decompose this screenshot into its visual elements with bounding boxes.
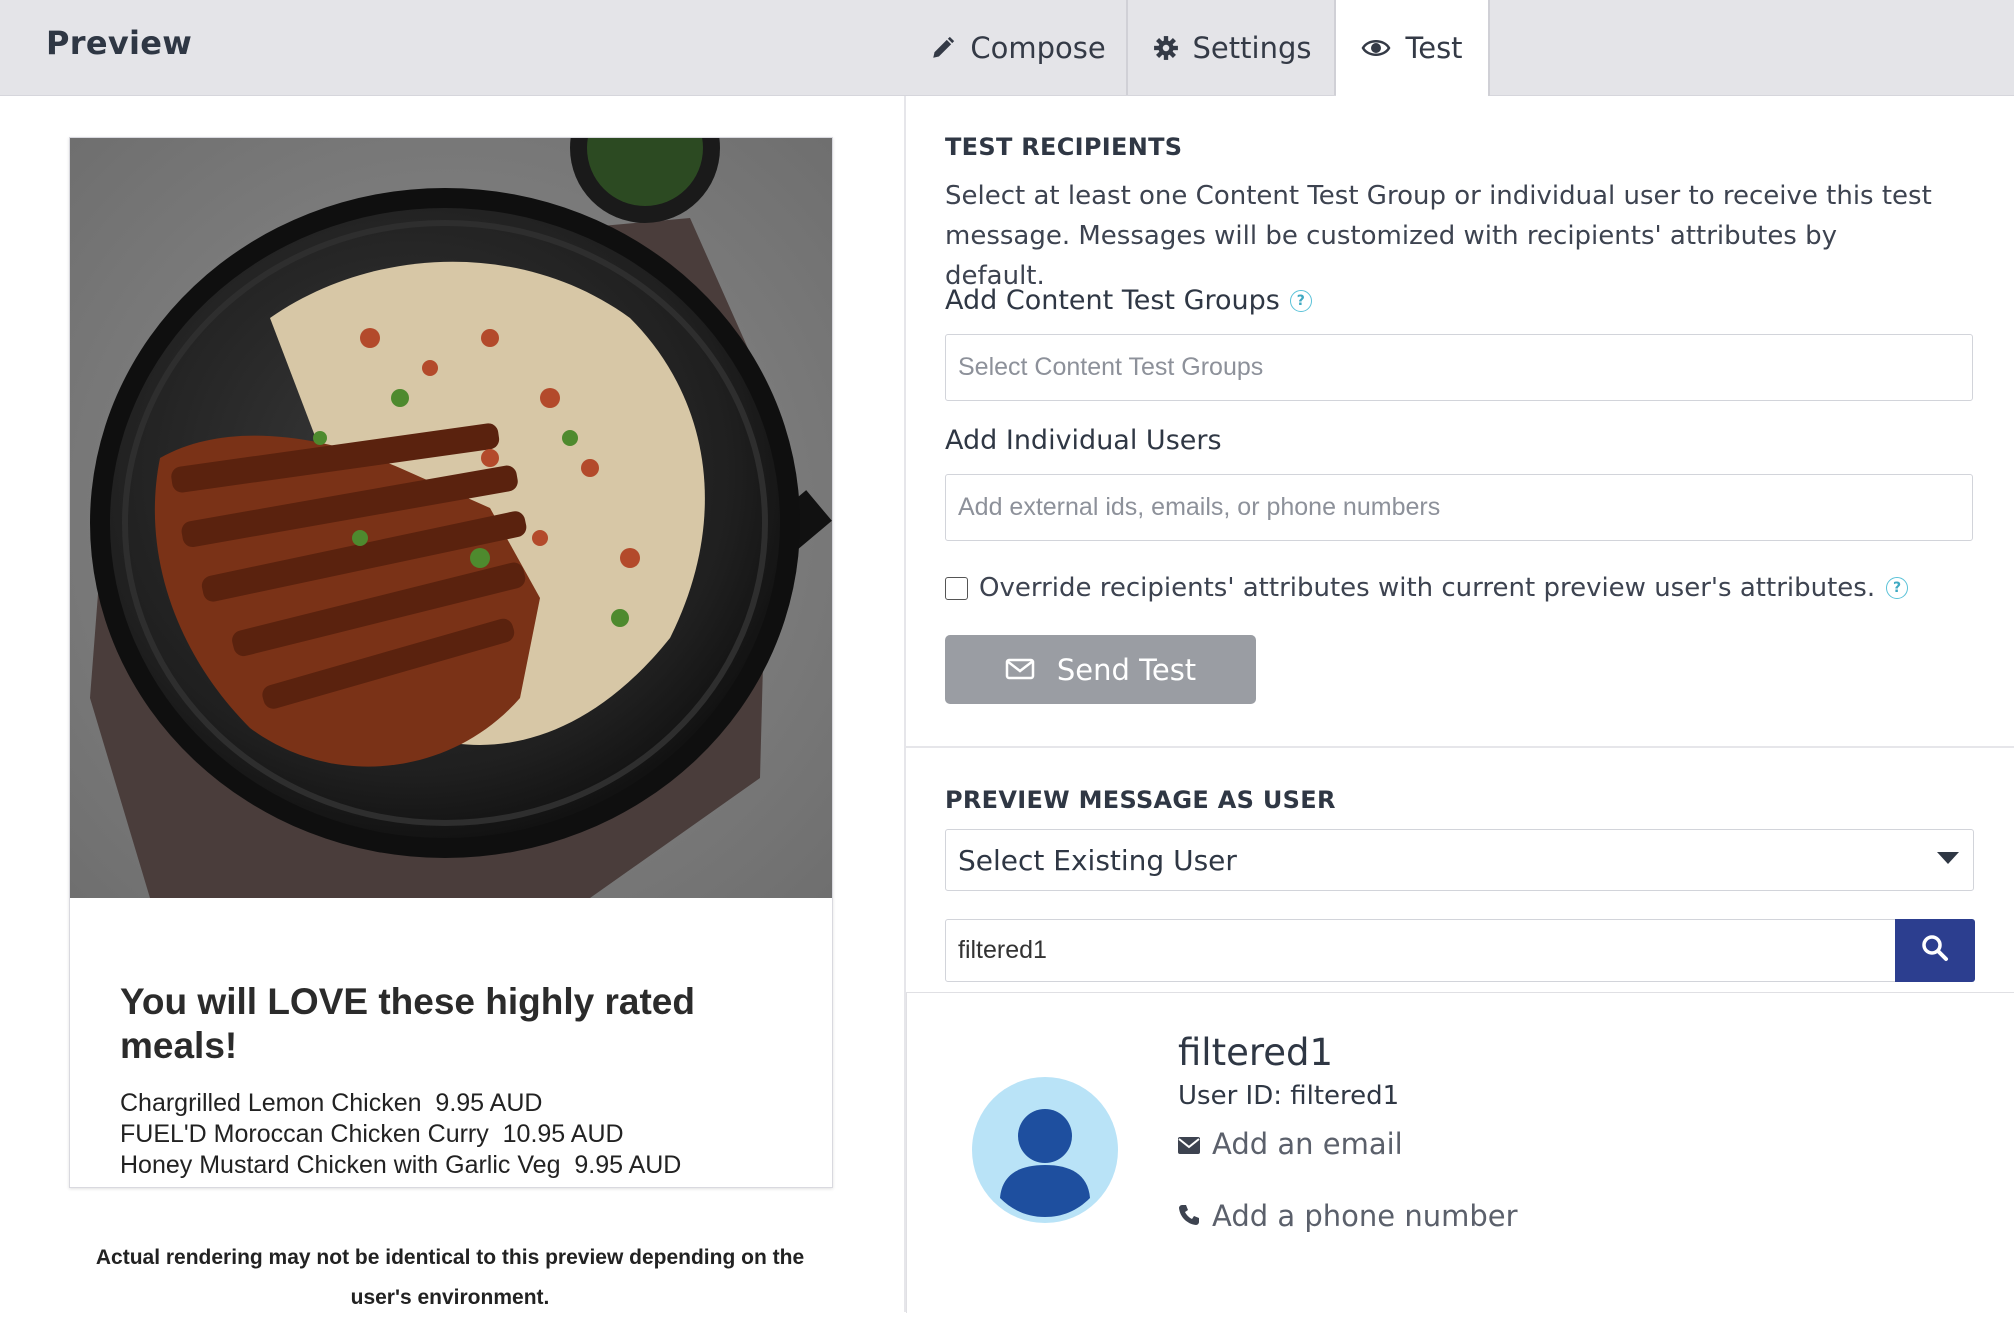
card-title: You will LOVE these highly rated meals! xyxy=(120,981,695,1066)
field-label-text: Add Individual Users xyxy=(945,425,1222,456)
search-button[interactable] xyxy=(1895,919,1975,982)
top-bar: Preview Compose Settings Test xyxy=(0,0,2014,96)
user-name: filtered1 xyxy=(1178,1031,1334,1074)
tab-compose[interactable]: Compose xyxy=(910,0,1128,95)
preview-pane: You will LOVE these highly rated meals! … xyxy=(0,96,904,1312)
gear-icon xyxy=(1153,35,1179,61)
phone-icon xyxy=(1178,1199,1200,1233)
tab-label: Test xyxy=(1405,31,1463,65)
select-value: Select Existing User xyxy=(958,843,1237,877)
override-attributes-row: Override recipients' attributes with cur… xyxy=(945,573,1909,603)
tab-label: Settings xyxy=(1192,30,1312,65)
send-test-button[interactable]: Send Test xyxy=(945,635,1256,704)
page-title: Preview xyxy=(46,24,193,62)
pencil-icon xyxy=(930,35,956,61)
individual-users-label: Add Individual Users xyxy=(945,425,1222,456)
caret-down-icon xyxy=(1937,852,1959,864)
test-recipients-heading: TEST RECIPIENTS xyxy=(945,133,1183,161)
envelope-icon xyxy=(1178,1127,1200,1161)
preview-disclaimer: Actual rendering may not be identical to… xyxy=(95,1246,805,1309)
user-id: User ID: filtered1 xyxy=(1178,1081,1400,1111)
add-phone-link[interactable]: Add a phone number xyxy=(1178,1199,1518,1233)
list-item: Chargrilled Lemon Chicken 9.95 AUD xyxy=(120,1089,543,1117)
list-item: FUEL'D Moroccan Chicken Curry 10.95 AUD xyxy=(120,1120,624,1148)
field-label-text: Add Content Test Groups xyxy=(945,285,1280,316)
override-attributes-label: Override recipients' attributes with cur… xyxy=(979,573,1876,603)
message-preview-card: You will LOVE these highly rated meals! … xyxy=(69,137,833,1188)
individual-users-input[interactable] xyxy=(945,474,1973,541)
help-icon[interactable]: ? xyxy=(1289,289,1312,312)
user-search-input[interactable] xyxy=(945,919,1898,982)
add-phone-label: Add a phone number xyxy=(1212,1199,1518,1233)
add-email-label: Add an email xyxy=(1212,1127,1403,1161)
search-icon xyxy=(1921,934,1949,967)
avatar xyxy=(972,1077,1118,1223)
content-test-groups-input[interactable] xyxy=(945,334,1973,401)
tab-label: Compose xyxy=(970,30,1106,65)
help-icon[interactable]: ? xyxy=(1886,577,1909,599)
tab-test[interactable]: Test xyxy=(1336,0,1490,96)
select-existing-user-dropdown[interactable]: Select Existing User xyxy=(945,829,1974,891)
test-recipients-description: Select at least one Content Test Group o… xyxy=(945,181,1932,291)
section-divider xyxy=(906,746,2014,748)
list-item: Honey Mustard Chicken with Garlic Veg 9.… xyxy=(120,1151,682,1179)
food-image xyxy=(70,138,832,898)
user-profile-card: filtered1 User ID: filtered1 Add an emai… xyxy=(906,992,2014,1313)
test-panel: TEST RECIPIENTS Select at least one Cont… xyxy=(906,96,2014,1313)
add-email-link[interactable]: Add an email xyxy=(1178,1127,1403,1161)
override-attributes-checkbox[interactable] xyxy=(945,576,968,600)
meal-list: Chargrilled Lemon Chicken 9.95 AUD FUEL'… xyxy=(120,1088,681,1181)
eye-icon xyxy=(1361,37,1391,59)
send-test-label: Send Test xyxy=(1056,652,1197,687)
tab-settings[interactable]: Settings xyxy=(1130,0,1336,95)
preview-as-user-heading: PREVIEW MESSAGE AS USER xyxy=(945,786,1336,814)
envelope-icon xyxy=(1005,653,1035,687)
content-test-groups-label: Add Content Test Groups ? xyxy=(945,285,1312,316)
